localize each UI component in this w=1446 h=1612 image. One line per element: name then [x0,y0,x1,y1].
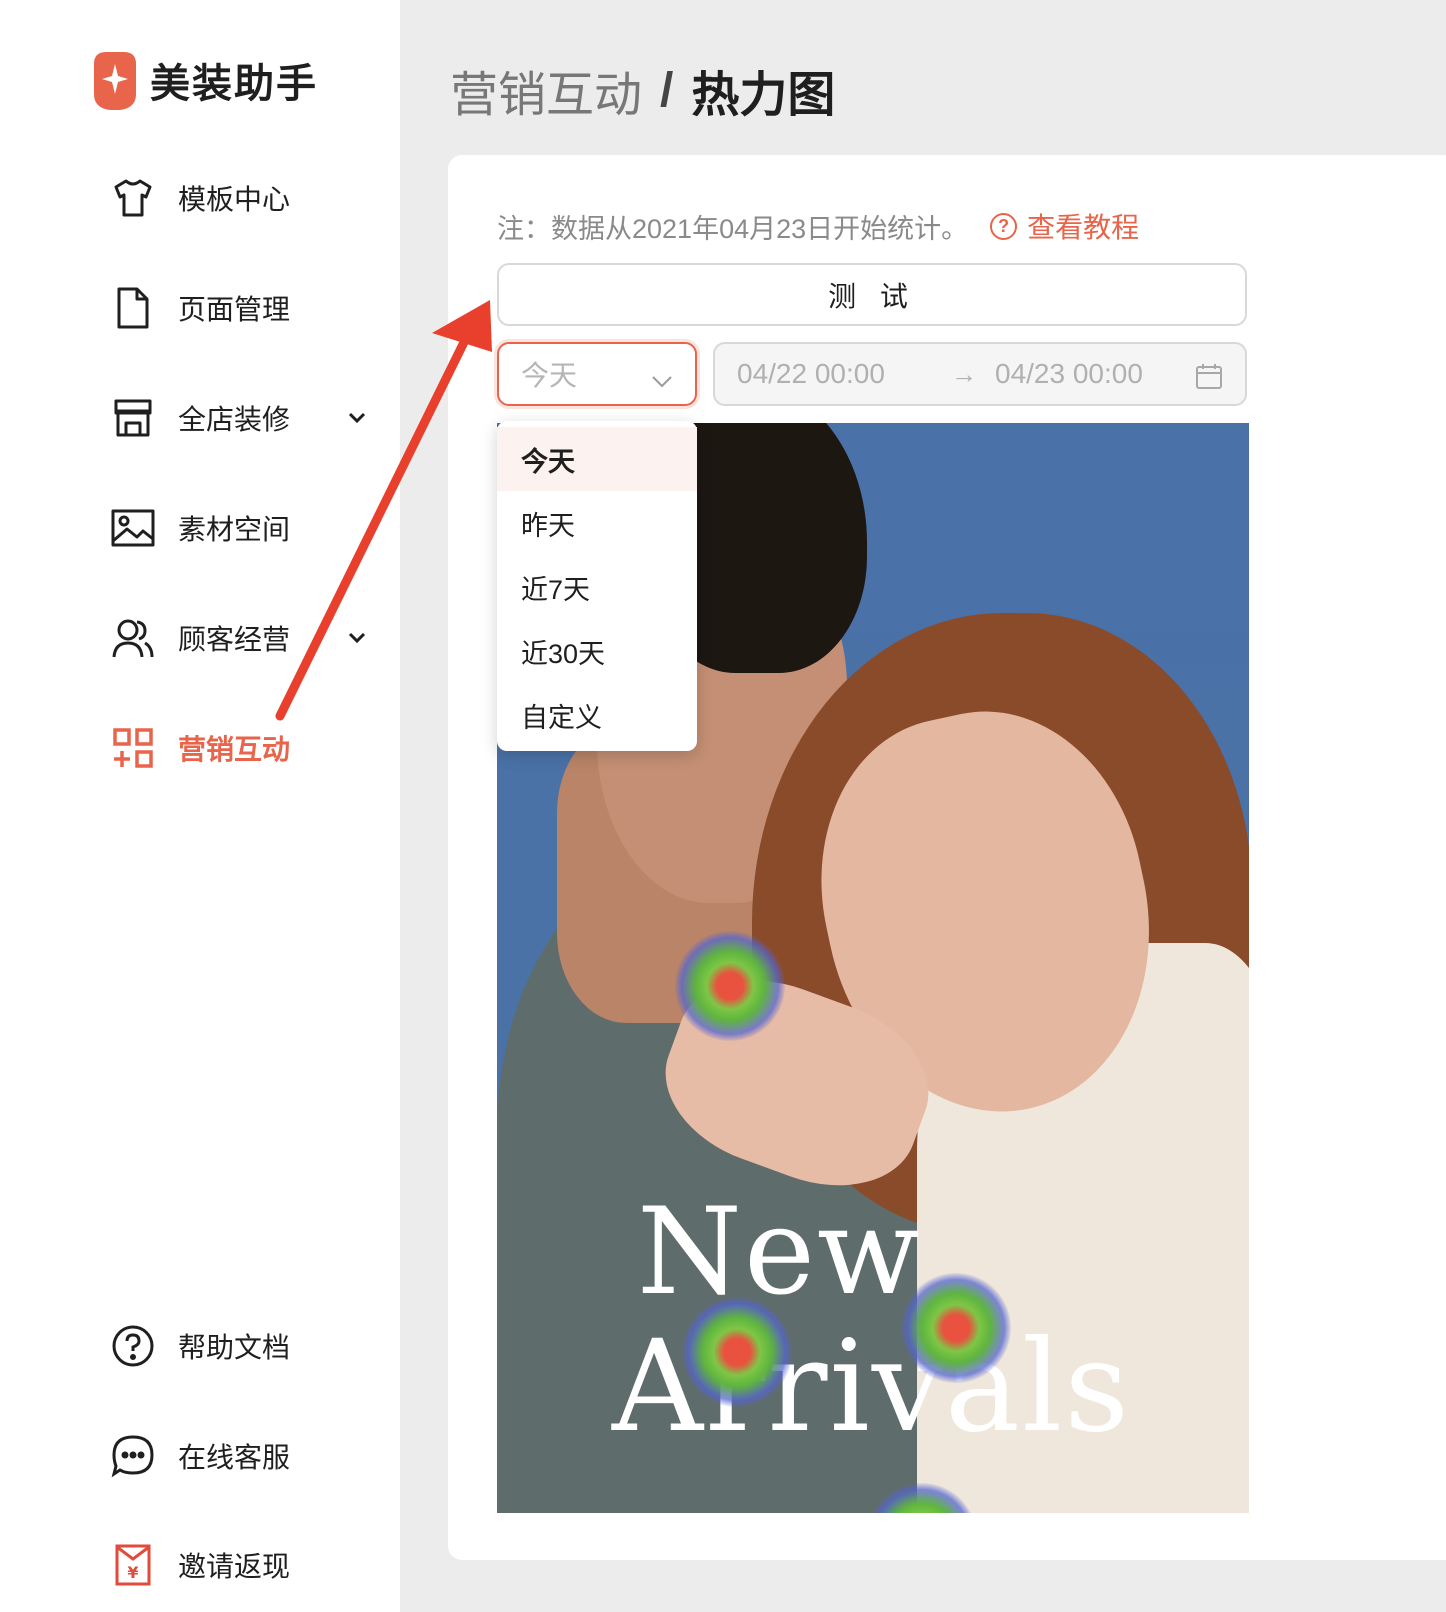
date-range-select[interactable]: 今天 [497,342,697,406]
sidebar-item-customers[interactable]: 顾客经营 [110,610,290,666]
sidebar-item-label: 页面管理 [178,294,291,325]
sidebar-item-online-service[interactable]: 在线客服 [110,1428,290,1484]
tutorial-link-label: 查看教程 [1027,212,1140,243]
app-logo[interactable]: 美装助手 [92,48,318,112]
app-name: 美装助手 [150,62,318,106]
sidebar-item-label: 模板中心 [178,184,291,215]
users-icon [110,615,156,661]
dropdown-option-last-30-days[interactable]: 近30天 [497,619,697,683]
sidebar-item-templates[interactable]: 模板中心 [110,170,290,226]
sidebar-item-label: 在线客服 [178,1442,291,1473]
breadcrumb-parent[interactable]: 营销互动 [450,55,642,125]
arrow-right-icon: → [951,358,977,389]
data-note: 注：数据从2021年04月23日开始统计。 ? 查看教程 [497,206,1139,246]
help-circle-icon [110,1323,156,1369]
svg-text:¥: ¥ [127,1563,138,1582]
date-range-picker[interactable]: 04/22 00:00 → 04/23 00:00 [713,342,1247,406]
image-headline-arrivals: Arrivals [612,1313,1132,1460]
apps-icon [110,725,156,771]
dropdown-option-today[interactable]: 今天 [497,427,697,491]
sidebar-item-assets[interactable]: 素材空间 [110,500,290,556]
breadcrumb: 营销互动 / 热力图 [450,55,835,125]
sidebar-item-label: 邀请返现 [178,1551,291,1582]
image-icon [110,505,156,551]
red-envelope-icon: ¥ [110,1542,156,1588]
sidebar-item-label: 全店装修 [178,404,291,435]
note-text: 注：数据从2021年04月23日开始统计。 [497,213,969,244]
heatmap-hotspot [682,1297,792,1407]
question-icon: ? [990,212,1018,240]
sidebar: 美装助手 模板中心 页面管理 全店装修 素材空间 顾客经营 营销互动 帮助文档 … [0,0,400,1612]
page-title: 热力图 [691,69,836,122]
chevron-down-icon[interactable] [342,623,372,653]
sidebar-item-label: 素材空间 [178,514,291,545]
dropdown-option-yesterday[interactable]: 昨天 [497,491,697,555]
sidebar-item-label: 营销互动 [178,734,291,765]
range-select-value: 今天 [521,360,578,391]
breadcrumb-separator: / [660,63,674,117]
sidebar-item-store-decoration[interactable]: 全店装修 [110,390,290,446]
heatmap-hotspot [901,1273,1011,1383]
document-icon [110,285,156,331]
date-start-input[interactable]: 04/22 00:00 [737,358,885,390]
chevron-down-icon [651,364,673,396]
logo-mark-icon [92,48,138,112]
sidebar-item-marketing[interactable]: 营销互动 [110,720,290,776]
sidebar-item-help-docs[interactable]: 帮助文档 [110,1318,290,1374]
chat-bubble-icon [110,1433,156,1479]
view-tutorial-link[interactable]: ? 查看教程 [990,206,1139,246]
calendar-icon[interactable] [1195,362,1223,397]
sidebar-item-label: 顾客经营 [178,624,291,655]
dropdown-option-last-7-days[interactable]: 近7天 [497,555,697,619]
date-end-input[interactable]: 04/23 00:00 [995,358,1143,390]
chevron-down-icon[interactable] [342,403,372,433]
test-button[interactable]: 测 试 [497,263,1247,326]
store-icon [110,395,156,441]
sidebar-item-invite-cashback[interactable]: ¥ 邀请返现 [110,1537,290,1593]
heatmap-hotspot [675,931,785,1041]
tshirt-icon [110,175,156,221]
sidebar-item-pages[interactable]: 页面管理 [110,280,290,336]
dropdown-option-custom[interactable]: 自定义 [497,683,697,747]
image-headline-new: New [637,1183,922,1322]
range-dropdown-menu: 今天 昨天 近7天 近30天 自定义 [497,421,697,751]
sidebar-item-label: 帮助文档 [178,1332,291,1363]
